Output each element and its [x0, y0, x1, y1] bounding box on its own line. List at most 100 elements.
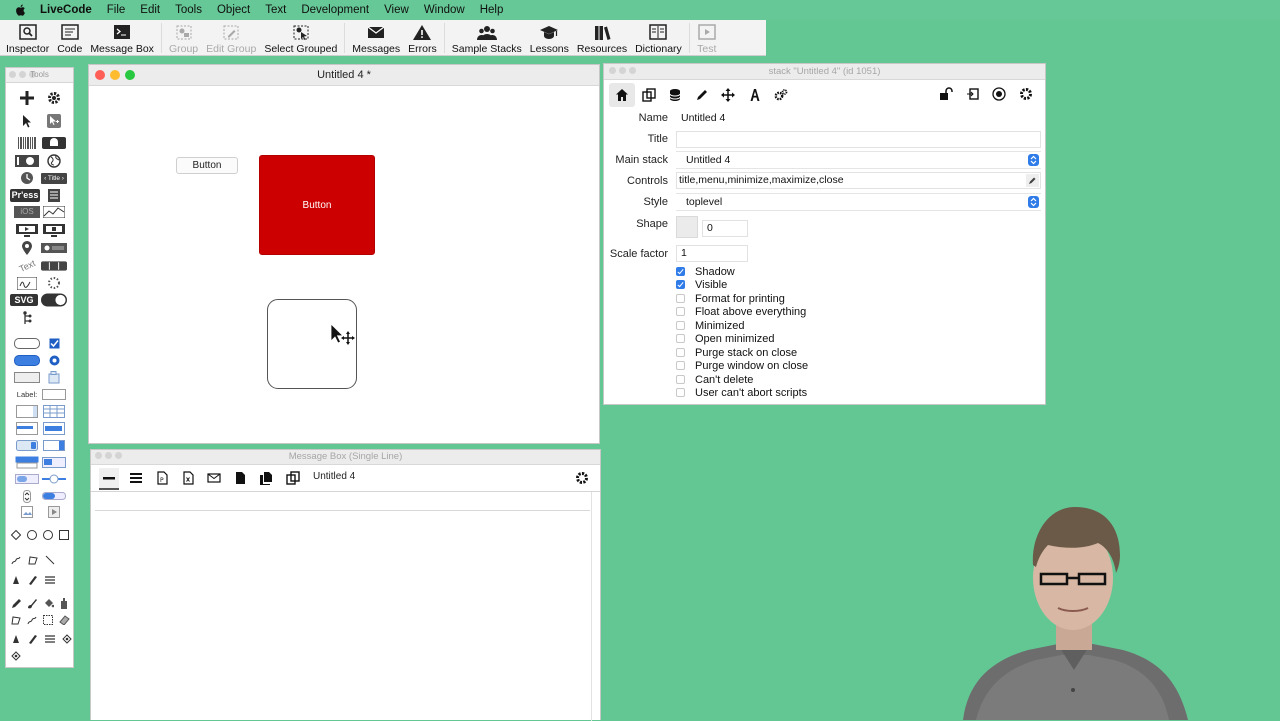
scrollbar[interactable] [591, 492, 600, 721]
tools-settings-button[interactable] [41, 88, 67, 108]
menu-app-livecode[interactable]: LiveCode [40, 4, 92, 16]
cant-abort-checkbox[interactable]: User can't abort scripts [676, 386, 807, 399]
group-button[interactable]: Group [165, 21, 202, 55]
curve-icon[interactable] [27, 615, 37, 625]
global-variables-button[interactable] [178, 468, 198, 488]
android-button-widget[interactable] [41, 136, 67, 150]
push-button-tool[interactable] [14, 336, 40, 350]
menu-object[interactable]: Object [217, 4, 250, 16]
rectangle-icon[interactable] [59, 530, 69, 540]
message-box-settings-button[interactable] [572, 468, 592, 488]
native-player-widget[interactable] [41, 223, 67, 237]
menu-development[interactable]: Development [301, 4, 369, 16]
browser-widget[interactable] [41, 154, 67, 168]
player-widget[interactable] [14, 223, 40, 237]
menu-window[interactable]: Window [424, 4, 465, 16]
fill-icon[interactable] [11, 634, 21, 644]
progress-bar-tool[interactable] [41, 489, 67, 503]
menu-file[interactable]: File [107, 4, 126, 16]
default-button-tool[interactable] [14, 353, 40, 367]
pen-icon[interactable] [28, 634, 38, 644]
tools-palette-titlebar[interactable]: Tools [6, 68, 73, 83]
errors-button[interactable]: Errors [404, 21, 441, 55]
fill-icon[interactable] [11, 575, 21, 585]
shape-image-well[interactable] [676, 216, 698, 238]
stack-window-titlebar[interactable]: Untitled 4 * [89, 65, 599, 86]
browse-tool[interactable] [14, 114, 40, 128]
data-grid-tool[interactable] [41, 421, 67, 435]
radio-button-tool[interactable] [41, 353, 67, 367]
style-select[interactable]: toplevel [676, 193, 1041, 211]
controls-field[interactable]: title,menu,minimize,maximize,close [676, 172, 1041, 189]
messages-button[interactable]: Messages [348, 21, 404, 55]
lessons-button[interactable]: Lessons [526, 21, 573, 55]
brush-icon[interactable] [27, 598, 37, 609]
combo-box-tool[interactable] [41, 438, 67, 452]
open-minimized-checkbox[interactable]: Open minimized [676, 332, 774, 345]
target-button[interactable] [986, 82, 1012, 106]
label-field-tool[interactable]: Label: [14, 387, 40, 401]
main-stack-select[interactable]: Untitled 4 [676, 151, 1041, 169]
dictionary-button[interactable]: Dictionary [631, 21, 686, 55]
back-scripts-button[interactable] [256, 468, 276, 488]
checkbox-tool[interactable] [41, 336, 67, 350]
scale-factor-field[interactable]: 1 [676, 245, 748, 262]
spray-can-icon[interactable] [60, 598, 68, 609]
eraser-icon[interactable] [59, 615, 70, 625]
circle-icon[interactable] [27, 530, 37, 540]
shadow-checkbox[interactable]: Shadow [676, 265, 735, 278]
segmented-control-widget[interactable] [41, 259, 67, 273]
inspector-settings-button[interactable] [1013, 82, 1039, 106]
edit-group-button[interactable]: Edit Group [202, 21, 260, 55]
pending-messages-button[interactable] [204, 468, 224, 488]
switch-button-widget[interactable] [41, 293, 67, 307]
little-arrows-tool[interactable] [14, 489, 40, 503]
image-tool[interactable] [14, 505, 40, 519]
card-button[interactable]: Button [176, 157, 238, 174]
tree-view-widget[interactable] [14, 311, 40, 325]
card-area[interactable]: Button Button [89, 85, 599, 443]
player-tool[interactable] [41, 505, 67, 519]
cant-delete-checkbox[interactable]: Can't delete [676, 373, 753, 386]
tab-custom-properties[interactable] [662, 83, 688, 107]
polygon-icon[interactable] [28, 555, 38, 565]
oval-icon[interactable] [43, 530, 53, 540]
title-field[interactable] [676, 131, 1041, 148]
scrolling-field-tool[interactable] [14, 404, 40, 418]
map-widget[interactable] [14, 241, 40, 255]
ios-widget[interactable]: iOS [14, 205, 40, 219]
slider-tool[interactable] [41, 472, 67, 486]
text-widget[interactable]: Text [14, 258, 40, 274]
pulldown-menu-tool[interactable] [14, 455, 40, 469]
single-line-mode-button[interactable] [99, 468, 119, 490]
global-properties-button[interactable]: P [152, 468, 172, 488]
shape-id-field[interactable]: 0 [702, 220, 748, 237]
press-widget[interactable]: Pr'ess [9, 188, 41, 202]
inspector-titlebar[interactable]: stack "Untitled 4" (id 1051) [604, 64, 1045, 80]
option-menu-tool[interactable] [14, 438, 40, 452]
sample-stacks-button[interactable]: Sample Stacks [448, 21, 526, 55]
visible-checkbox[interactable]: Visible [676, 278, 727, 291]
list-view-widget[interactable] [41, 188, 67, 202]
red-button[interactable]: Button [259, 155, 375, 255]
pen-icon[interactable] [28, 575, 38, 585]
signature-widget[interactable] [14, 276, 40, 290]
stacks-in-use-button[interactable] [283, 468, 303, 488]
barcode-widget[interactable] [14, 136, 40, 150]
multi-line-mode-button[interactable] [126, 468, 146, 488]
text-entry-field-tool[interactable] [41, 387, 67, 401]
tab-panel-tool[interactable] [41, 370, 67, 384]
front-scripts-button[interactable] [230, 468, 250, 488]
minimized-checkbox[interactable]: Minimized [676, 319, 745, 332]
code-button[interactable]: Code [53, 21, 86, 55]
format-for-printing-checkbox[interactable]: Format for printing [676, 292, 785, 305]
float-above-checkbox[interactable]: Float above everything [676, 305, 806, 318]
tab-stack-files[interactable] [636, 83, 662, 107]
pencil-icon[interactable] [11, 598, 21, 609]
edit-controls-icon[interactable] [1026, 174, 1039, 187]
menu-text[interactable]: Text [265, 4, 286, 16]
name-field[interactable]: Untitled 4 [676, 110, 1041, 127]
lasso-icon[interactable] [11, 615, 21, 625]
edit-tool[interactable] [47, 114, 61, 128]
message-input[interactable] [95, 493, 590, 511]
